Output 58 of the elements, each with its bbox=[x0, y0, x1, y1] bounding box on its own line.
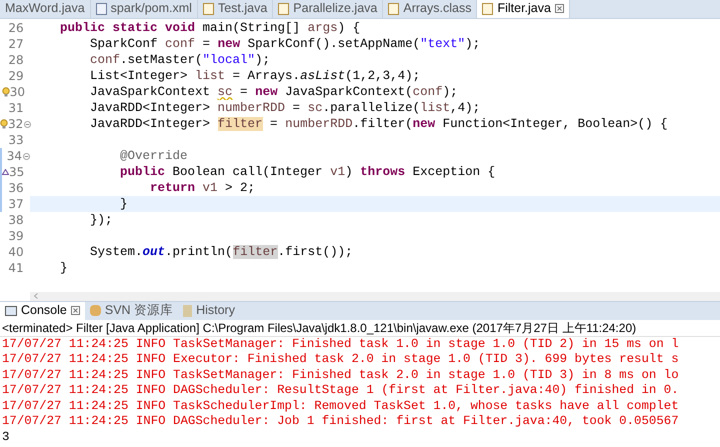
line-number: 36 bbox=[8, 180, 24, 197]
code-line: JavaRDD<Integer> numberRDD = sc.parallelize(list,4); bbox=[89, 100, 480, 116]
fold-toggle-icon[interactable] bbox=[23, 152, 30, 160]
tab-label: Test.java bbox=[218, 0, 268, 18]
line-number: 37 bbox=[8, 196, 24, 213]
line-number: 29 bbox=[8, 68, 24, 85]
scroll-left-icon[interactable] bbox=[34, 293, 38, 299]
code-line: }); bbox=[89, 212, 113, 228]
line-number: 30 bbox=[10, 84, 25, 101]
code-line: JavaRDD<Integer> filter = numberRDD.filter(new Function<Integer, Boolean>() { bbox=[89, 116, 668, 132]
tab-label: Arrays.class bbox=[403, 0, 472, 18]
log-line: 17/07/27 11:24:25 INFO Executor: Finished task 2.0 in stage 1.0 (TID 3). 699 bytes result s bbox=[1, 352, 680, 368]
line-number: 35 bbox=[9, 164, 24, 181]
tab[interactable]: Filter.java bbox=[477, 0, 570, 18]
tab-label: Console bbox=[21, 302, 67, 320]
line-number: 27 bbox=[8, 36, 24, 53]
log-line: 17/07/27 11:24:25 INFO TaskSetManager: Finished task 2.0 in stage 1.0 (TID 3) in 8 ms on lo bbox=[1, 368, 680, 383]
tab[interactable]: spark/pom.xml bbox=[90, 0, 198, 18]
line-number: 34 bbox=[6, 148, 22, 165]
code-line: } bbox=[59, 260, 68, 276]
console-header: <terminated> Filter [Java Application] C:\Program Files\Java\jdk1.8.0_121\bin\javaw.exe (2017年7月27日 上午11:24:20) bbox=[0, 320, 720, 336]
log-line: 17/07/27 11:24:25 INFO TaskSchedulerImpl: Removed TaskSet 1.0, whose tasks have all complet bbox=[1, 398, 680, 414]
warning-bulb-icon bbox=[2, 87, 10, 97]
tab-label: SVN 资源库 bbox=[104, 302, 174, 320]
line-number: 33 bbox=[8, 132, 24, 149]
code-line: public Boolean call(Integer v1) throws Exception { bbox=[119, 164, 496, 180]
close-icon[interactable] bbox=[70, 306, 80, 315]
code-line: } bbox=[119, 196, 128, 212]
line-number: 40 bbox=[8, 244, 24, 261]
tab[interactable]: Console bbox=[0, 302, 85, 320]
close-icon[interactable] bbox=[554, 4, 564, 13]
code-line: List<Integer> list = Arrays.asList(1,2,3,4); bbox=[89, 68, 420, 84]
line-number: 28 bbox=[8, 52, 24, 69]
code-line: System.out.println(filter.first()); bbox=[89, 244, 353, 260]
horizontal-scrollbar[interactable] bbox=[30, 292, 720, 300]
line-number: 38 bbox=[8, 212, 24, 229]
code-line: SparkConf conf = new SparkConf().setAppName("text"); bbox=[89, 36, 480, 52]
fold-toggle-icon[interactable] bbox=[24, 120, 32, 128]
tab-label: History bbox=[196, 302, 235, 320]
code-line: return v1 > 2; bbox=[149, 180, 256, 196]
line-number: 26 bbox=[8, 20, 24, 37]
code-line: JavaSparkContext sc = new JavaSparkContext(conf); bbox=[89, 84, 458, 100]
line-number: 32 bbox=[8, 116, 24, 133]
code-line: conf.setMaster("local"); bbox=[89, 52, 270, 68]
line-number: 31 bbox=[8, 100, 24, 117]
tab-label: Parallelize.java bbox=[293, 0, 378, 18]
log-line: 17/07/27 11:24:25 INFO TaskSetManager: Finished task 1.0 in stage 1.0 (TID 2) in 15 ms on l bbox=[1, 336, 680, 352]
output-line: 3 bbox=[1, 430, 10, 445]
log-line: 17/07/27 11:24:25 INFO DAGScheduler: ResultStage 1 (first at Filter.java:40) finished in 0. bbox=[1, 383, 680, 398]
console-icon bbox=[5, 306, 17, 316]
tab-label: spark/pom.xml bbox=[110, 0, 192, 18]
code-line: public static void main(String[] args) { bbox=[59, 20, 360, 36]
code-line: @Override bbox=[119, 148, 188, 164]
warning-bulb-icon bbox=[0, 119, 8, 129]
tab-label: Filter.java bbox=[497, 0, 551, 18]
line-number: 39 bbox=[8, 228, 24, 245]
log-line: 17/07/27 11:24:25 INFO DAGScheduler: Job 1 finished: first at Filter.java:40, took 0.050567 bbox=[1, 414, 680, 430]
line-number: 41 bbox=[8, 260, 24, 277]
